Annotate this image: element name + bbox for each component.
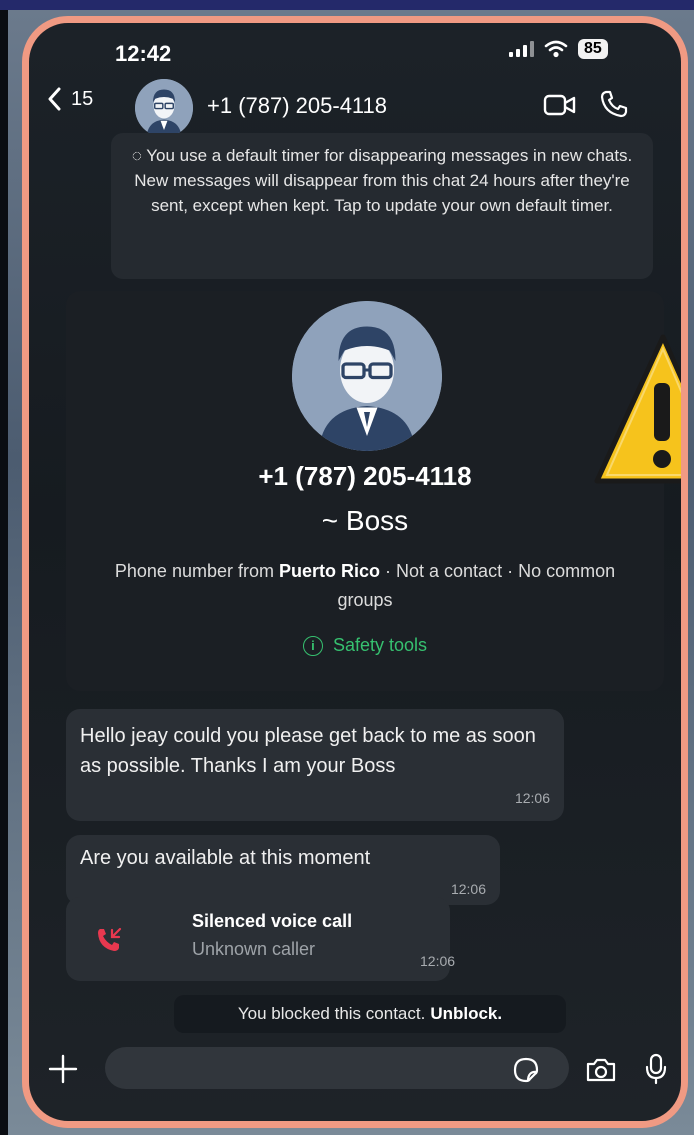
blocked-text: You blocked this contact. <box>237 1004 426 1023</box>
wifi-icon <box>544 40 568 58</box>
timer-icon: ◌ <box>131 146 147 165</box>
notice-text: You use a default timer for disappearing… <box>134 146 633 215</box>
unread-count: 15 <box>71 87 94 110</box>
phone-call-icon[interactable] <box>599 89 629 119</box>
info-country: Puerto Rico <box>279 561 381 581</box>
top-border-strip <box>0 0 694 10</box>
message-time: 12:06 <box>450 881 486 897</box>
call-title: Silenced voice call <box>192 911 353 931</box>
video-call-icon[interactable] <box>543 93 577 117</box>
camera-icon[interactable] <box>585 1057 617 1083</box>
contact-alias: ~ Boss <box>321 505 409 536</box>
missed-call-icon <box>98 927 122 951</box>
message-bubble[interactable]: Hello jeay could you please get back to … <box>66 709 564 821</box>
contact-phone-number: +1 (787) 205-4118 <box>258 461 472 491</box>
call-subtitle: Unknown caller <box>192 939 316 959</box>
contact-details: Phone number from Puerto Rico · Not a co… <box>86 557 644 615</box>
info-suffix: · Not a contact · No common groups <box>337 561 616 610</box>
back-button[interactable]: 15 <box>47 87 93 111</box>
blocked-contact-notice: You blocked this contact. Unblock. <box>174 995 566 1033</box>
person-avatar-icon <box>292 301 442 451</box>
message-bubble[interactable]: Are you available at this moment 12:06 <box>66 835 500 905</box>
contact-name[interactable]: +1 (787) 205-4118 <box>207 93 387 119</box>
contact-avatar <box>292 301 442 451</box>
battery-badge: 85 <box>578 39 608 59</box>
sticker-icon[interactable] <box>513 1057 539 1083</box>
info-prefix: Phone number from <box>114 561 274 581</box>
call-time: 12:06 <box>420 953 456 969</box>
status-icons: 85 <box>509 39 608 59</box>
warning-icon <box>594 334 681 484</box>
disappearing-messages-notice[interactable]: ◌ You use a default timer for disappeari… <box>111 133 653 279</box>
microphone-icon[interactable] <box>645 1053 667 1085</box>
signal-icon <box>509 41 534 57</box>
message-time: 12:06 <box>514 790 550 806</box>
silenced-call-bubble[interactable]: Silenced voice call Unknown caller 12:06 <box>66 897 455 981</box>
message-text: Hello jeay could you please get back to … <box>80 725 536 777</box>
message-text: Are you available at this moment <box>80 847 371 869</box>
safety-tools-button[interactable]: i Safety tools <box>66 635 664 656</box>
phone-screen: 12:42 85 15 +1 (787) 205-4118 ◌ You use … <box>22 16 688 1128</box>
safety-tools-label: Safety tools <box>332 635 428 655</box>
info-icon: i <box>302 635 323 656</box>
unblock-link[interactable]: Unblock. <box>430 1004 502 1024</box>
avatar[interactable] <box>135 79 193 137</box>
person-avatar-icon <box>135 79 193 137</box>
status-time: 12:42 <box>115 41 172 66</box>
message-input[interactable] <box>105 1047 569 1089</box>
left-border-strip <box>0 10 8 1135</box>
plus-icon[interactable] <box>47 1053 79 1085</box>
chat-header: 15 +1 (787) 205-4118 <box>29 79 681 139</box>
contact-info-card: +1 (787) 205-4118 ~ Boss Phone number fr… <box>66 291 664 691</box>
chevron-left-icon <box>48 87 61 111</box>
